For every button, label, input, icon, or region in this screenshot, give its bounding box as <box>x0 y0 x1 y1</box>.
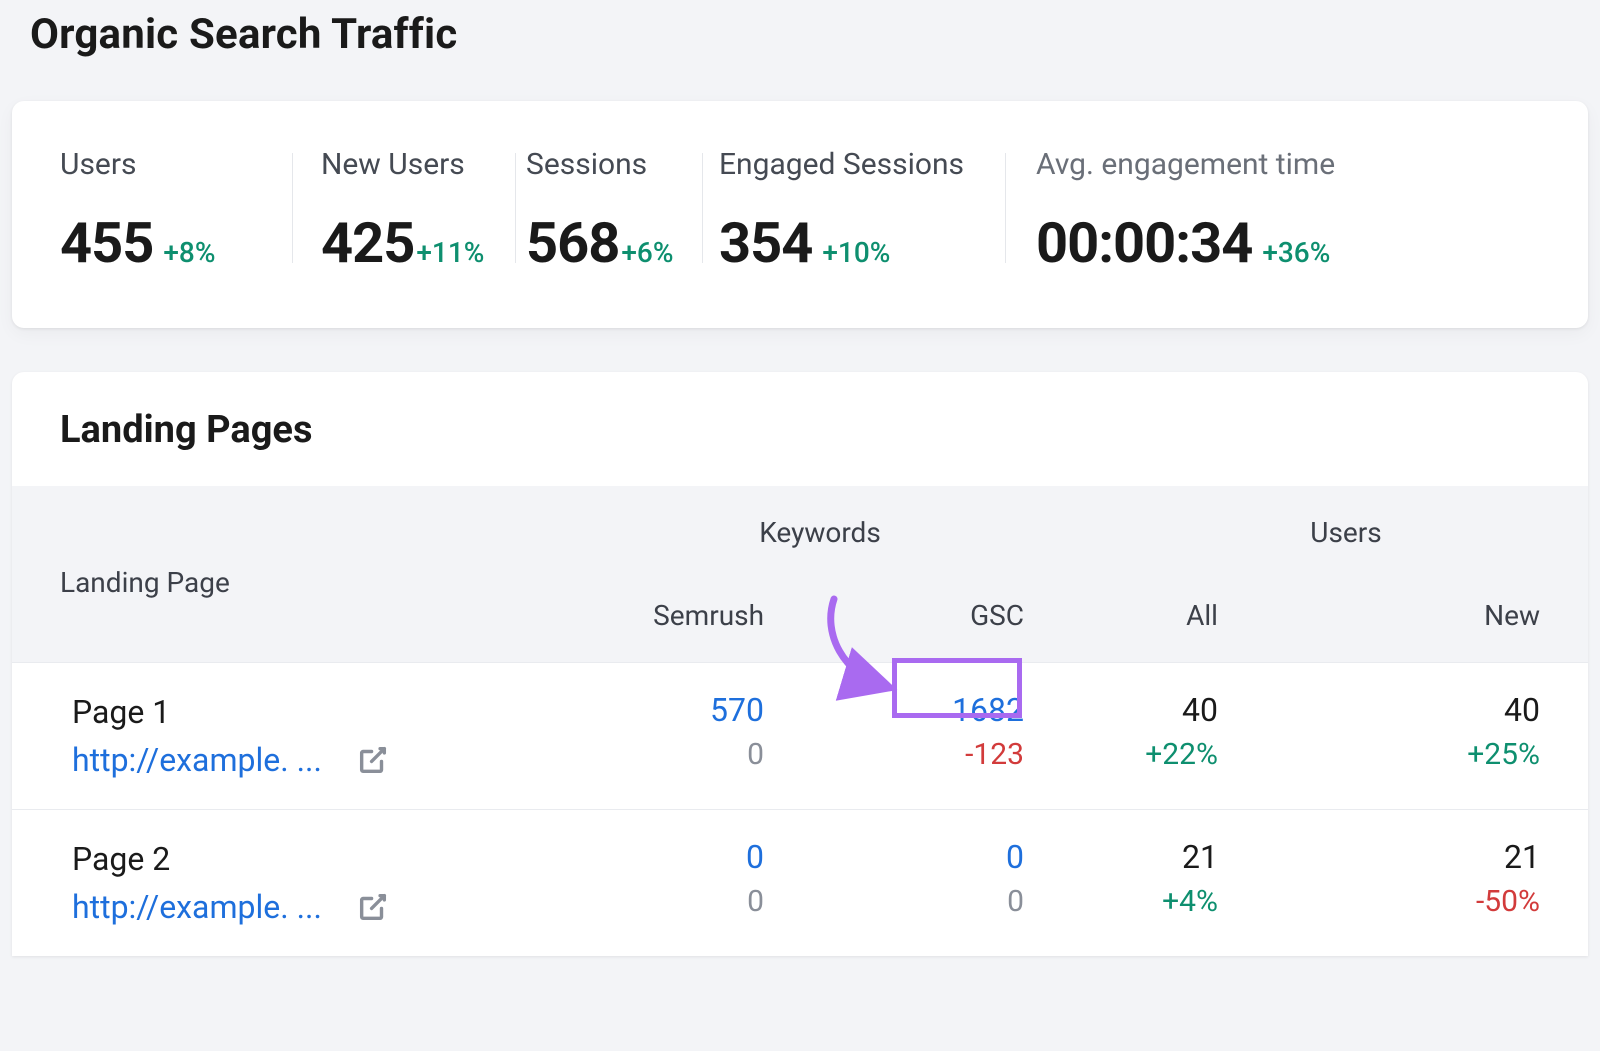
stat-new-users[interactable]: New Users 425 +11% <box>321 147 515 276</box>
stat-value: 00:00:34 <box>1036 210 1252 276</box>
users-new-delta: -50% <box>1274 884 1540 919</box>
page-url-link[interactable]: http://example. ... <box>72 888 322 926</box>
cell-users-new: 21 -50% <box>1246 810 1588 957</box>
col-header-semrush[interactable]: Semrush <box>588 563 792 663</box>
cell-page: Page 2 http://example. ... <box>12 810 588 957</box>
stat-value: 455 <box>60 210 153 276</box>
col-header-users: Users <box>1052 486 1588 563</box>
table-row: Page 2 http://example. ... 0 0 <box>12 810 1588 957</box>
users-all-value: 21 <box>1080 838 1218 876</box>
external-link-icon[interactable] <box>356 890 390 924</box>
cell-users-all: 40 +22% <box>1052 663 1246 810</box>
stat-label: Users <box>60 147 292 182</box>
page-url-row: http://example. ... <box>72 741 560 779</box>
semrush-delta: 0 <box>616 884 764 919</box>
page-root: Organic Search Traffic Users 455 +8% New… <box>0 0 1600 1051</box>
stat-users[interactable]: Users 455 +8% <box>60 147 292 276</box>
col-header-all[interactable]: All <box>1052 563 1246 663</box>
divider <box>1005 153 1006 263</box>
stat-value: 425 <box>321 210 414 276</box>
stat-value: 354 <box>719 210 812 276</box>
page-url-row: http://example. ... <box>72 888 560 926</box>
stat-label: Engaged Sessions <box>719 147 1005 182</box>
col-header-gsc[interactable]: GSC <box>792 563 1052 663</box>
stat-change: +6% <box>621 236 673 269</box>
page-title: Organic Search Traffic <box>0 0 1600 59</box>
gsc-value: 0 <box>820 838 1024 876</box>
divider <box>702 153 703 263</box>
users-all-delta: +22% <box>1080 737 1218 772</box>
page-name: Page 2 <box>72 840 560 878</box>
divider <box>292 153 293 263</box>
stat-label: Sessions <box>526 147 702 182</box>
cell-gsc[interactable]: 0 0 <box>792 810 1052 957</box>
landing-pages-table: Landing Page Keywords Users Semrush GSC … <box>12 486 1588 956</box>
cell-semrush[interactable]: 570 0 <box>588 663 792 810</box>
stat-value-row: 354 +10% <box>719 210 1005 276</box>
users-new-value: 40 <box>1274 691 1540 729</box>
gsc-delta: -123 <box>820 737 1024 772</box>
stat-value-row: 00:00:34 +36% <box>1036 210 1540 276</box>
gsc-delta: 0 <box>820 884 1024 919</box>
landing-pages-title: Landing Pages <box>12 372 1588 486</box>
stat-label: New Users <box>321 147 515 182</box>
stat-value-row: 568 +6% <box>526 210 702 276</box>
stat-change: +11% <box>416 236 484 269</box>
stat-value-row: 425 +11% <box>321 210 515 276</box>
stat-label: Avg. engagement time <box>1036 147 1540 182</box>
table-header-row: Landing Page Keywords Users <box>12 486 1588 563</box>
page-name: Page 1 <box>72 693 560 731</box>
table-row: Page 1 http://example. ... 570 0 <box>12 663 1588 810</box>
cell-page: Page 1 http://example. ... <box>12 663 588 810</box>
col-header-landing-page[interactable]: Landing Page <box>12 486 588 663</box>
divider <box>515 153 516 263</box>
users-new-value: 21 <box>1274 838 1540 876</box>
stat-engaged-sessions[interactable]: Engaged Sessions 354 +10% <box>719 147 1005 276</box>
semrush-value: 570 <box>616 691 764 729</box>
stat-value: 568 <box>526 210 619 276</box>
cell-users-new: 40 +25% <box>1246 663 1588 810</box>
semrush-delta: 0 <box>616 737 764 772</box>
stats-card: Users 455 +8% New Users 425 +11% Session… <box>12 101 1588 328</box>
stat-change: +36% <box>1262 236 1330 269</box>
users-new-delta: +25% <box>1274 737 1540 772</box>
stat-change: +8% <box>163 236 215 269</box>
page-url-link[interactable]: http://example. ... <box>72 741 322 779</box>
cell-semrush[interactable]: 0 0 <box>588 810 792 957</box>
landing-pages-card: Landing Pages Landing Page Keywords User… <box>12 372 1588 956</box>
col-header-keywords: Keywords <box>588 486 1052 563</box>
stat-avg-engagement[interactable]: Avg. engagement time 00:00:34 +36% <box>1036 147 1540 276</box>
cell-gsc[interactable]: 1682 -123 <box>792 663 1052 810</box>
gsc-value: 1682 <box>820 691 1024 729</box>
cell-users-all: 21 +4% <box>1052 810 1246 957</box>
col-header-new[interactable]: New <box>1246 563 1588 663</box>
stat-value-row: 455 +8% <box>60 210 292 276</box>
stat-change: +10% <box>822 236 890 269</box>
users-all-delta: +4% <box>1080 884 1218 919</box>
stat-sessions[interactable]: Sessions 568 +6% <box>526 147 702 276</box>
semrush-value: 0 <box>616 838 764 876</box>
external-link-icon[interactable] <box>356 743 390 777</box>
users-all-value: 40 <box>1080 691 1218 729</box>
